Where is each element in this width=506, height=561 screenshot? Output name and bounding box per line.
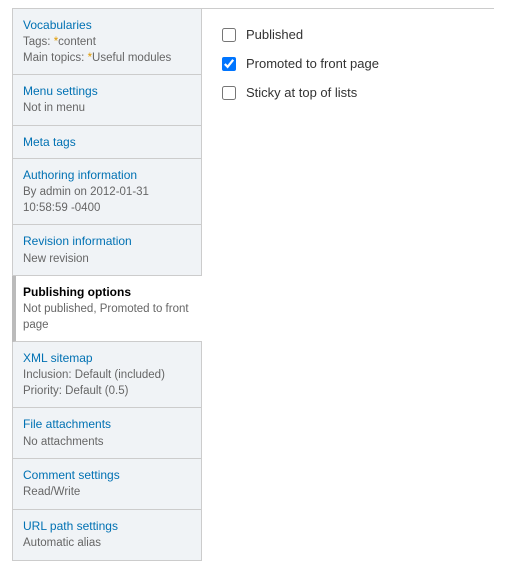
tabs-list: Vocabularies Tags: *contentMain topics: *…	[12, 9, 202, 561]
tab-publishing-options[interactable]: Publishing options Not published, Promote…	[12, 276, 202, 342]
vertical-tabs: Vocabularies Tags: *contentMain topics: *…	[12, 8, 494, 561]
tab-title: Vocabularies	[23, 17, 191, 33]
tab-title: Revision information	[23, 233, 191, 249]
tab-comment-settings[interactable]: Comment settings Read/Write	[12, 459, 201, 510]
tab-summary: By admin on 2012-01-31 10:58:59 -0400	[23, 185, 191, 216]
tab-title: Comment settings	[23, 467, 191, 483]
tab-summary: Read/Write	[23, 485, 191, 501]
tab-title: Menu settings	[23, 83, 191, 99]
tab-menu-settings[interactable]: Menu settings Not in menu	[12, 75, 201, 126]
tab-summary: Automatic alias	[23, 536, 191, 552]
tab-xml-sitemap[interactable]: XML sitemap Inclusion: Default (included)…	[12, 342, 201, 408]
tab-meta-tags[interactable]: Meta tags	[12, 126, 201, 159]
tab-summary: No attachments	[23, 435, 191, 451]
tab-title: Authoring information	[23, 167, 191, 183]
tab-vocabularies[interactable]: Vocabularies Tags: *contentMain topics: *…	[12, 9, 201, 75]
sticky-checkbox[interactable]	[222, 86, 236, 100]
promoted-option[interactable]: Promoted to front page	[222, 56, 474, 71]
promoted-label: Promoted to front page	[246, 56, 379, 71]
tab-title: File attachments	[23, 416, 191, 432]
sticky-label: Sticky at top of lists	[246, 85, 357, 100]
tab-title: Publishing options	[23, 284, 192, 300]
tab-file-attachments[interactable]: File attachments No attachments	[12, 408, 201, 459]
tab-summary: Tags: *contentMain topics: *Useful modul…	[23, 35, 191, 66]
published-option[interactable]: Published	[222, 27, 474, 42]
tab-revision-information[interactable]: Revision information New revision	[12, 225, 201, 276]
tab-url-path-settings[interactable]: URL path settings Automatic alias	[12, 510, 201, 561]
tab-title: XML sitemap	[23, 350, 191, 366]
tab-summary: New revision	[23, 252, 191, 268]
tab-authoring-information[interactable]: Authoring information By admin on 2012-01…	[12, 159, 201, 225]
tab-title: URL path settings	[23, 518, 191, 534]
published-checkbox[interactable]	[222, 28, 236, 42]
tab-summary: Not published, Promoted to front page	[23, 302, 192, 333]
tab-title: Meta tags	[23, 134, 191, 150]
tab-panel-publishing-options: Published Promoted to front page Sticky …	[202, 9, 494, 561]
promoted-checkbox[interactable]	[222, 57, 236, 71]
tab-summary: Not in menu	[23, 101, 191, 117]
sticky-option[interactable]: Sticky at top of lists	[222, 85, 474, 100]
published-label: Published	[246, 27, 303, 42]
tab-summary: Inclusion: Default (included) Priority: …	[23, 368, 191, 399]
